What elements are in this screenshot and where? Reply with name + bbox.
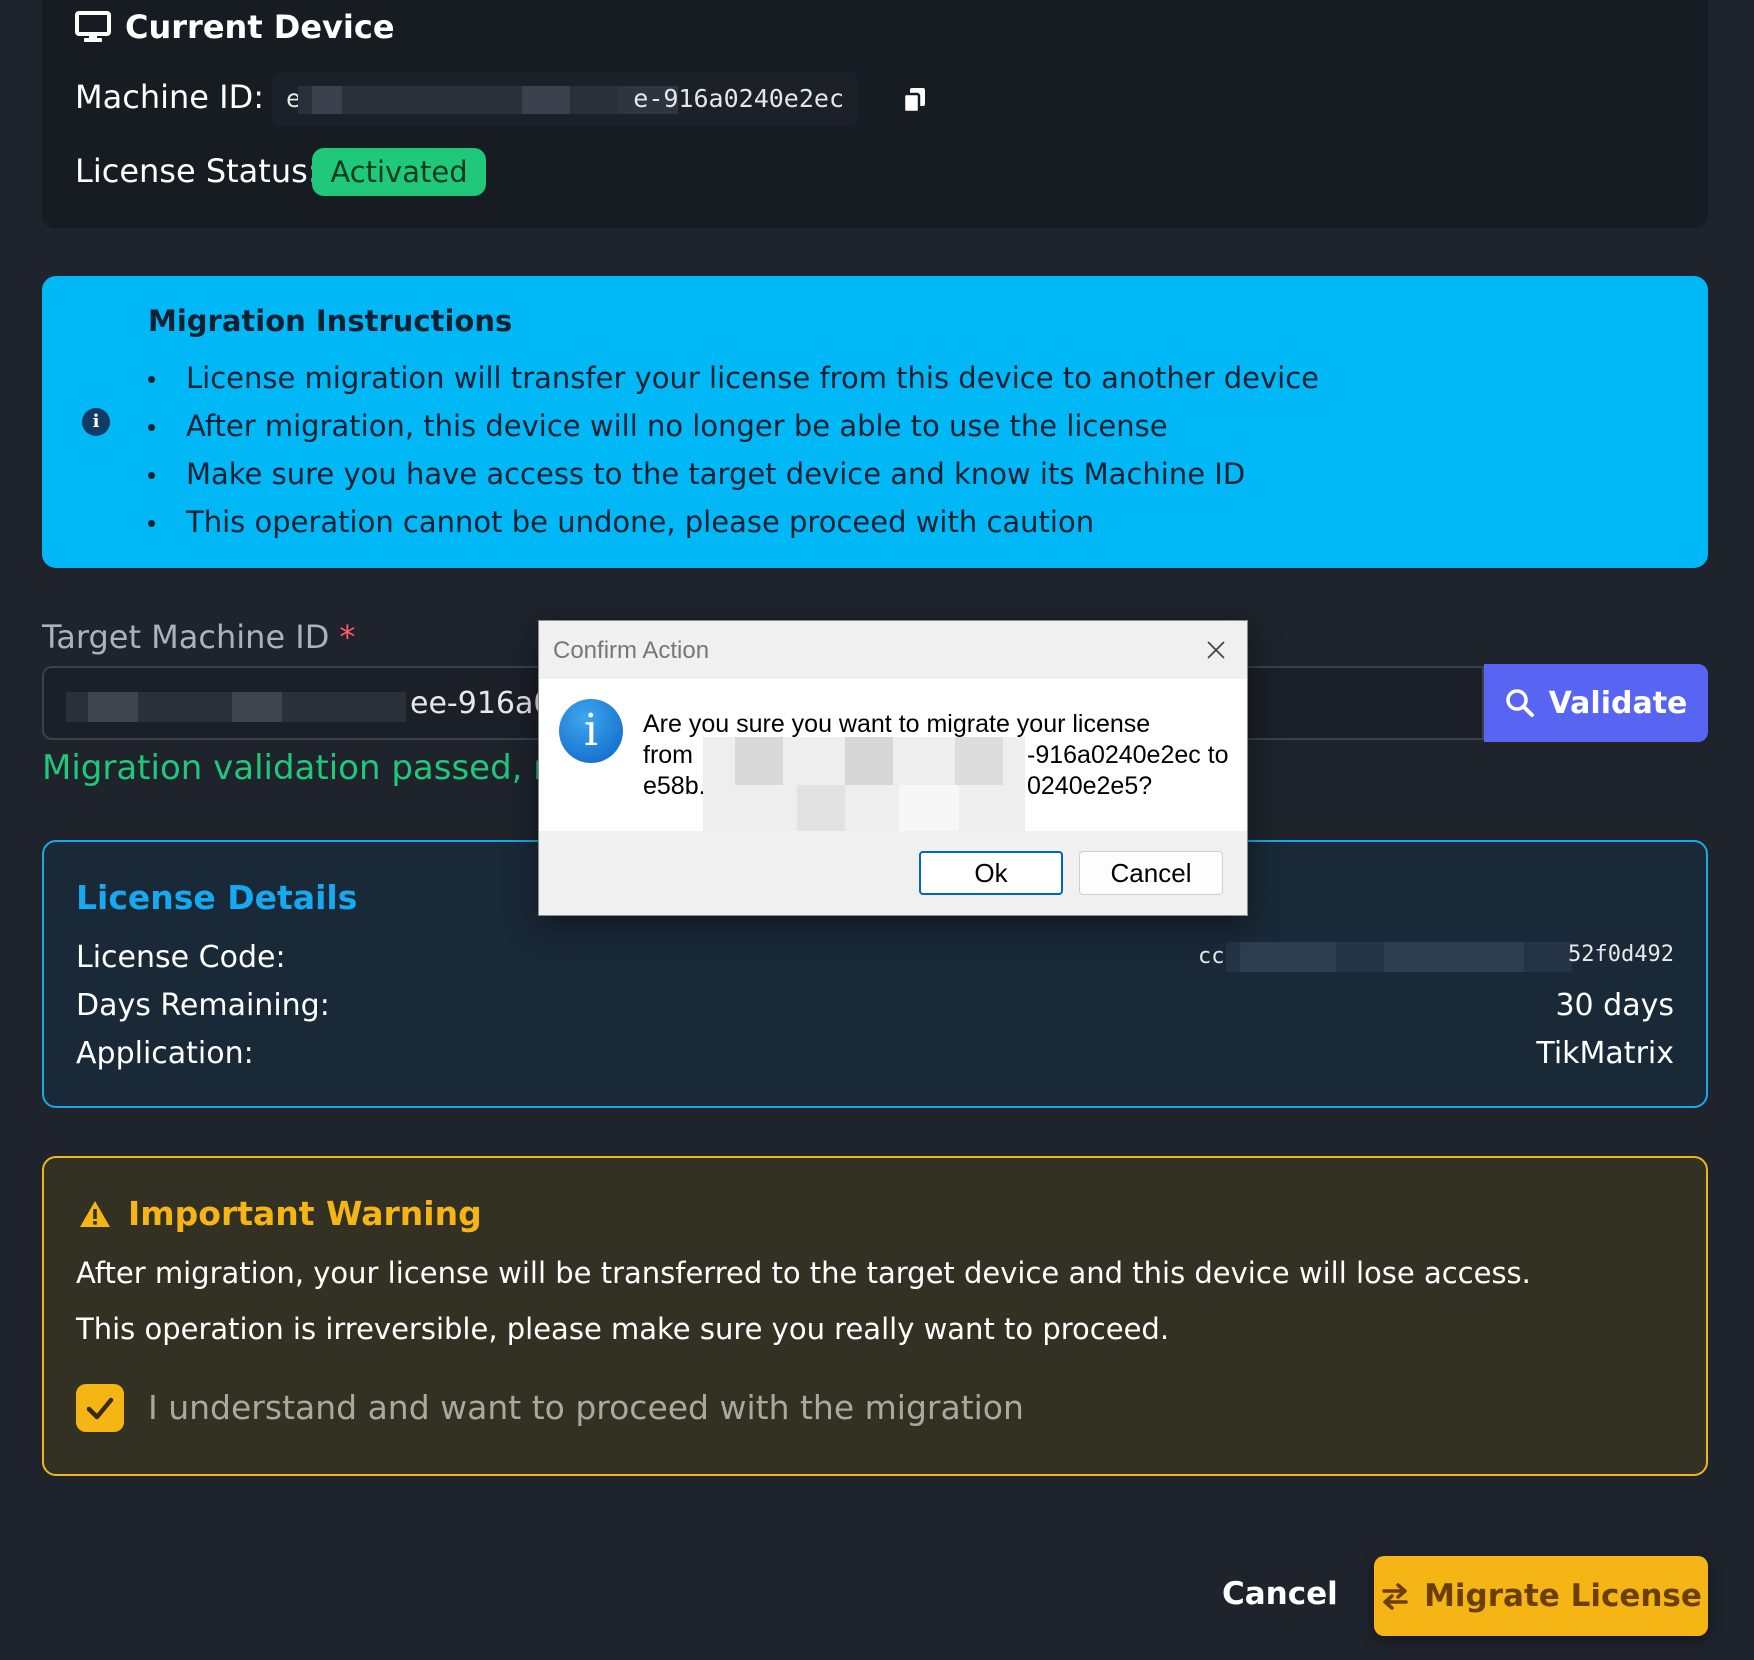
close-icon[interactable] (1199, 633, 1233, 667)
required-mark: * (339, 618, 356, 656)
target-label-text: Target Machine ID (42, 618, 330, 656)
machine-id-label: Machine ID: (75, 78, 264, 116)
dialog-cancel-button[interactable]: Cancel (1079, 851, 1223, 895)
redacted-block (797, 785, 845, 833)
instructions-list: License migration will transfer your lic… (148, 356, 1319, 548)
dialog-message-from-suffix: -916a0240e2ec to (1027, 741, 1229, 769)
validate-label: Validate (1548, 685, 1688, 721)
redacted-block (899, 785, 959, 833)
dialog-message-from: from (643, 741, 693, 769)
info-icon: i (82, 408, 110, 436)
days-remaining-value: 30 days (1555, 988, 1674, 1023)
migrate-license-button[interactable]: Migrate License (1374, 1556, 1708, 1636)
understand-checkbox[interactable] (76, 1384, 124, 1432)
license-status-label: License Status: (75, 152, 319, 190)
migrate-license-label: Migrate License (1424, 1578, 1702, 1614)
check-icon (86, 1397, 114, 1420)
cancel-button[interactable]: Cancel (1222, 1576, 1338, 1612)
warning-triangle-icon (80, 1200, 110, 1227)
dialog-message-line-1: Are you sure you want to migrate your li… (643, 710, 1151, 738)
current-device-heading: Current Device (75, 8, 395, 46)
list-item: After migration, this device will no lon… (148, 404, 1319, 452)
warning-line-2: This operation is irreversible, please m… (76, 1312, 1170, 1346)
redacted-block (1240, 942, 1336, 972)
current-device-title: Current Device (125, 8, 395, 46)
warning-title: Important Warning (128, 1194, 482, 1233)
dialog-message-to-prefix: e58b. (643, 772, 706, 800)
machine-id-value[interactable]: e e-916a0240e2ec (272, 72, 858, 126)
redacted-block (955, 737, 1003, 785)
warning-line-1: After migration, your license will be tr… (76, 1256, 1531, 1290)
dialog-title: Confirm Action (553, 637, 710, 664)
redacted-block (88, 692, 138, 722)
ok-button[interactable]: Ok (919, 851, 1063, 895)
monitor-icon (75, 11, 111, 42)
license-code-prefix: cc (1198, 944, 1225, 969)
dialog-message-to-suffix: 0240e2e5? (1027, 772, 1153, 800)
warning-heading: Important Warning (78, 1194, 482, 1233)
redacted-block (845, 737, 893, 785)
instructions-title: Migration Instructions (148, 304, 513, 338)
redacted-block (298, 86, 618, 114)
days-remaining-label: Days Remaining: (76, 988, 330, 1023)
redacted-block (735, 737, 783, 785)
list-item: License migration will transfer your lic… (148, 356, 1319, 404)
understand-checkbox-label[interactable]: I understand and want to proceed with th… (148, 1388, 1024, 1427)
license-status-badge: Activated (312, 148, 486, 196)
info-icon: i (559, 699, 623, 763)
validation-message: Migration validation passed, rea (42, 748, 589, 788)
redacted-block (522, 86, 570, 114)
application-label: Application: (76, 1036, 254, 1071)
redacted-block (312, 86, 342, 114)
list-item: This operation cannot be undone, please … (148, 500, 1319, 548)
swap-arrows-icon (1382, 1583, 1408, 1610)
license-code-value: 52f0d492 (1568, 942, 1674, 967)
confirm-action-dialog: Confirm Action i Are you sure you want t… (538, 620, 1248, 916)
target-machine-id-label: Target Machine ID * (42, 618, 355, 656)
copy-icon[interactable] (902, 86, 928, 114)
validate-button[interactable]: Validate (1484, 664, 1708, 742)
redacted-block (1384, 942, 1524, 972)
search-icon (1505, 689, 1534, 717)
application-value: TikMatrix (1536, 1036, 1674, 1071)
license-code-label: License Code: (76, 940, 286, 975)
list-item: Make sure you have access to the target … (148, 452, 1319, 500)
license-details-title: License Details (76, 878, 358, 917)
redacted-block (232, 692, 282, 722)
machine-id-suffix: e-916a0240e2ec (633, 84, 844, 113)
